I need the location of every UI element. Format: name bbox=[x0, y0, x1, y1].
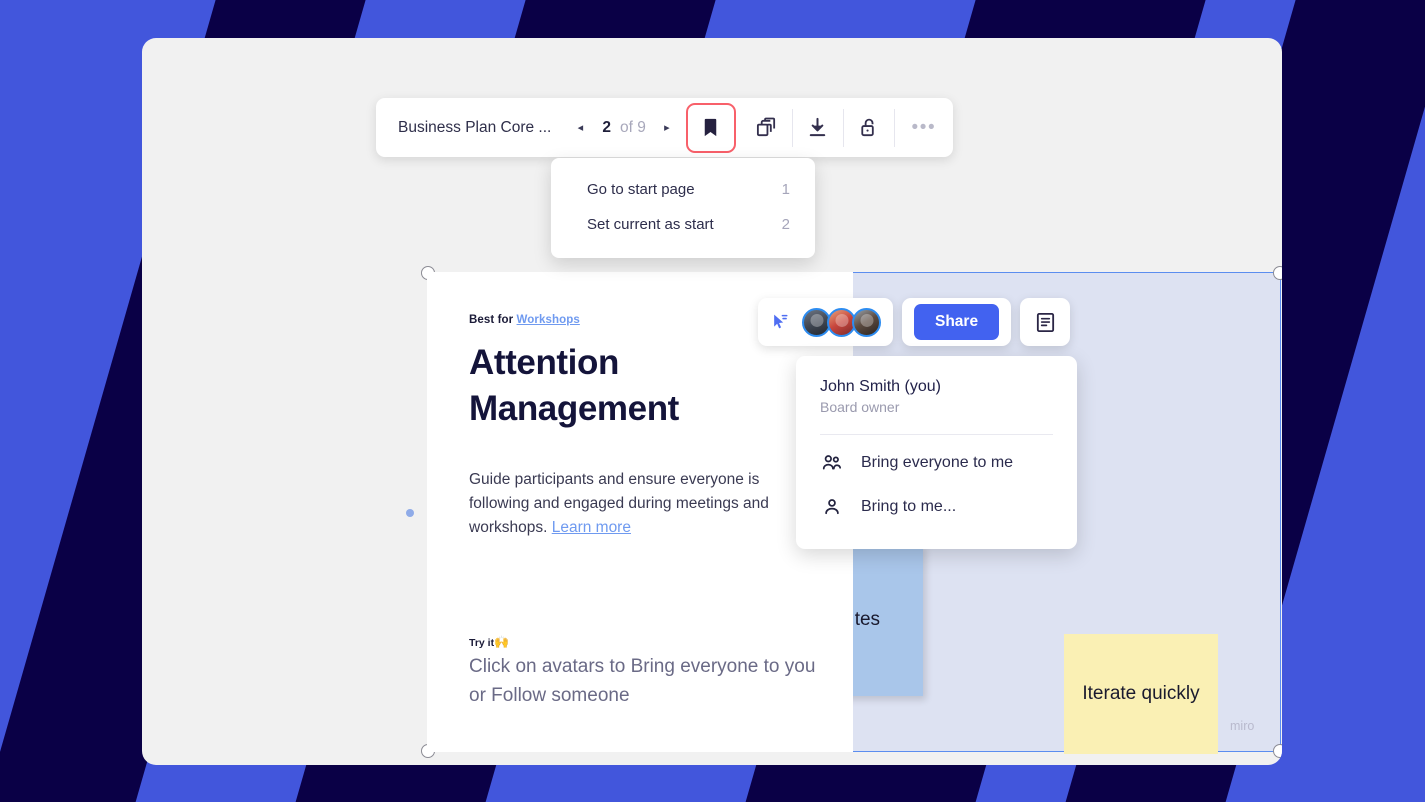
notes-panel-icon[interactable] bbox=[1020, 298, 1071, 346]
share-group: Share bbox=[902, 298, 1012, 346]
slide-title-line2: Management bbox=[469, 389, 679, 429]
menu-item-label: Go to start page bbox=[587, 181, 695, 198]
action-bring-to-me[interactable]: Bring to me... bbox=[796, 485, 1077, 529]
slide-eyebrow-link[interactable]: Workshops bbox=[517, 314, 580, 326]
sticky-note-yellow[interactable]: Iterate quickly bbox=[1064, 634, 1218, 754]
slide-body: Guide participants and ensure everyone i… bbox=[469, 468, 799, 540]
next-page-button[interactable]: ▸ bbox=[654, 109, 680, 147]
slide-eyebrow-prefix: Best for bbox=[469, 314, 517, 326]
action-label: Bring everyone to me bbox=[861, 454, 1014, 471]
follow-cursor-icon[interactable] bbox=[758, 312, 802, 332]
menu-item-set-current-as-start[interactable]: Set current as start 2 bbox=[551, 207, 815, 242]
unlocked-padlock-icon[interactable] bbox=[844, 98, 894, 157]
more-options-button[interactable]: ••• bbox=[895, 98, 953, 157]
resize-handle-bottom-right[interactable] bbox=[1273, 744, 1282, 758]
menu-item-label: Set current as start bbox=[587, 216, 714, 233]
bookmark-icon[interactable] bbox=[685, 102, 736, 153]
duplicate-pages-icon[interactable] bbox=[742, 98, 792, 157]
slide-title: Attention Management bbox=[469, 340, 817, 432]
try-it-label: Try it🙌 bbox=[469, 635, 509, 649]
user-presence-popover: John Smith (you) Board owner Bring every… bbox=[796, 356, 1077, 549]
sticky-note-yellow-text: Iterate quickly bbox=[1082, 683, 1200, 705]
total-pages-label: of 9 bbox=[619, 118, 646, 136]
slide-body-link[interactable]: Learn more bbox=[552, 519, 631, 536]
menu-item-go-to-start-page[interactable]: Go to start page 1 bbox=[551, 172, 815, 207]
resize-handle-top-right[interactable] bbox=[1273, 266, 1282, 280]
current-page-number[interactable]: 2 bbox=[593, 119, 620, 137]
popover-divider bbox=[820, 434, 1053, 435]
menu-item-number: 1 bbox=[781, 181, 790, 198]
board-title[interactable]: Business Plan Core ... bbox=[376, 119, 567, 137]
pages-dropdown-menu: Go to start page 1 Set current as start … bbox=[551, 158, 815, 258]
avatar-user-3[interactable] bbox=[852, 307, 881, 337]
miro-watermark: miro bbox=[1230, 719, 1255, 733]
avatar-list bbox=[802, 307, 893, 337]
try-it-instruction: Click on avatars to Bring everyone to yo… bbox=[469, 656, 816, 706]
raising-hands-icon: 🙌 bbox=[494, 635, 510, 649]
person-icon bbox=[820, 496, 844, 518]
action-bring-everyone-to-me[interactable]: Bring everyone to me bbox=[796, 441, 1077, 485]
two-people-icon bbox=[820, 452, 844, 474]
share-button[interactable]: Share bbox=[914, 304, 1000, 340]
user-name: John Smith (you) bbox=[820, 378, 941, 395]
user-role: Board owner bbox=[820, 399, 900, 415]
download-icon[interactable] bbox=[793, 98, 843, 157]
edge-handle-left[interactable] bbox=[406, 509, 414, 517]
slide-title-line1: Attention bbox=[469, 343, 619, 382]
presence-group bbox=[758, 298, 893, 346]
collaboration-toolbar: Share bbox=[758, 298, 1071, 346]
action-label: Bring to me... bbox=[861, 498, 957, 515]
menu-item-number: 2 bbox=[781, 216, 790, 233]
previous-page-button[interactable]: ◂ bbox=[567, 109, 593, 147]
try-it-text: Try it bbox=[469, 637, 495, 649]
pages-toolbar: Business Plan Core ... ◂ 2 of 9 ▸ ••• bbox=[376, 98, 953, 157]
